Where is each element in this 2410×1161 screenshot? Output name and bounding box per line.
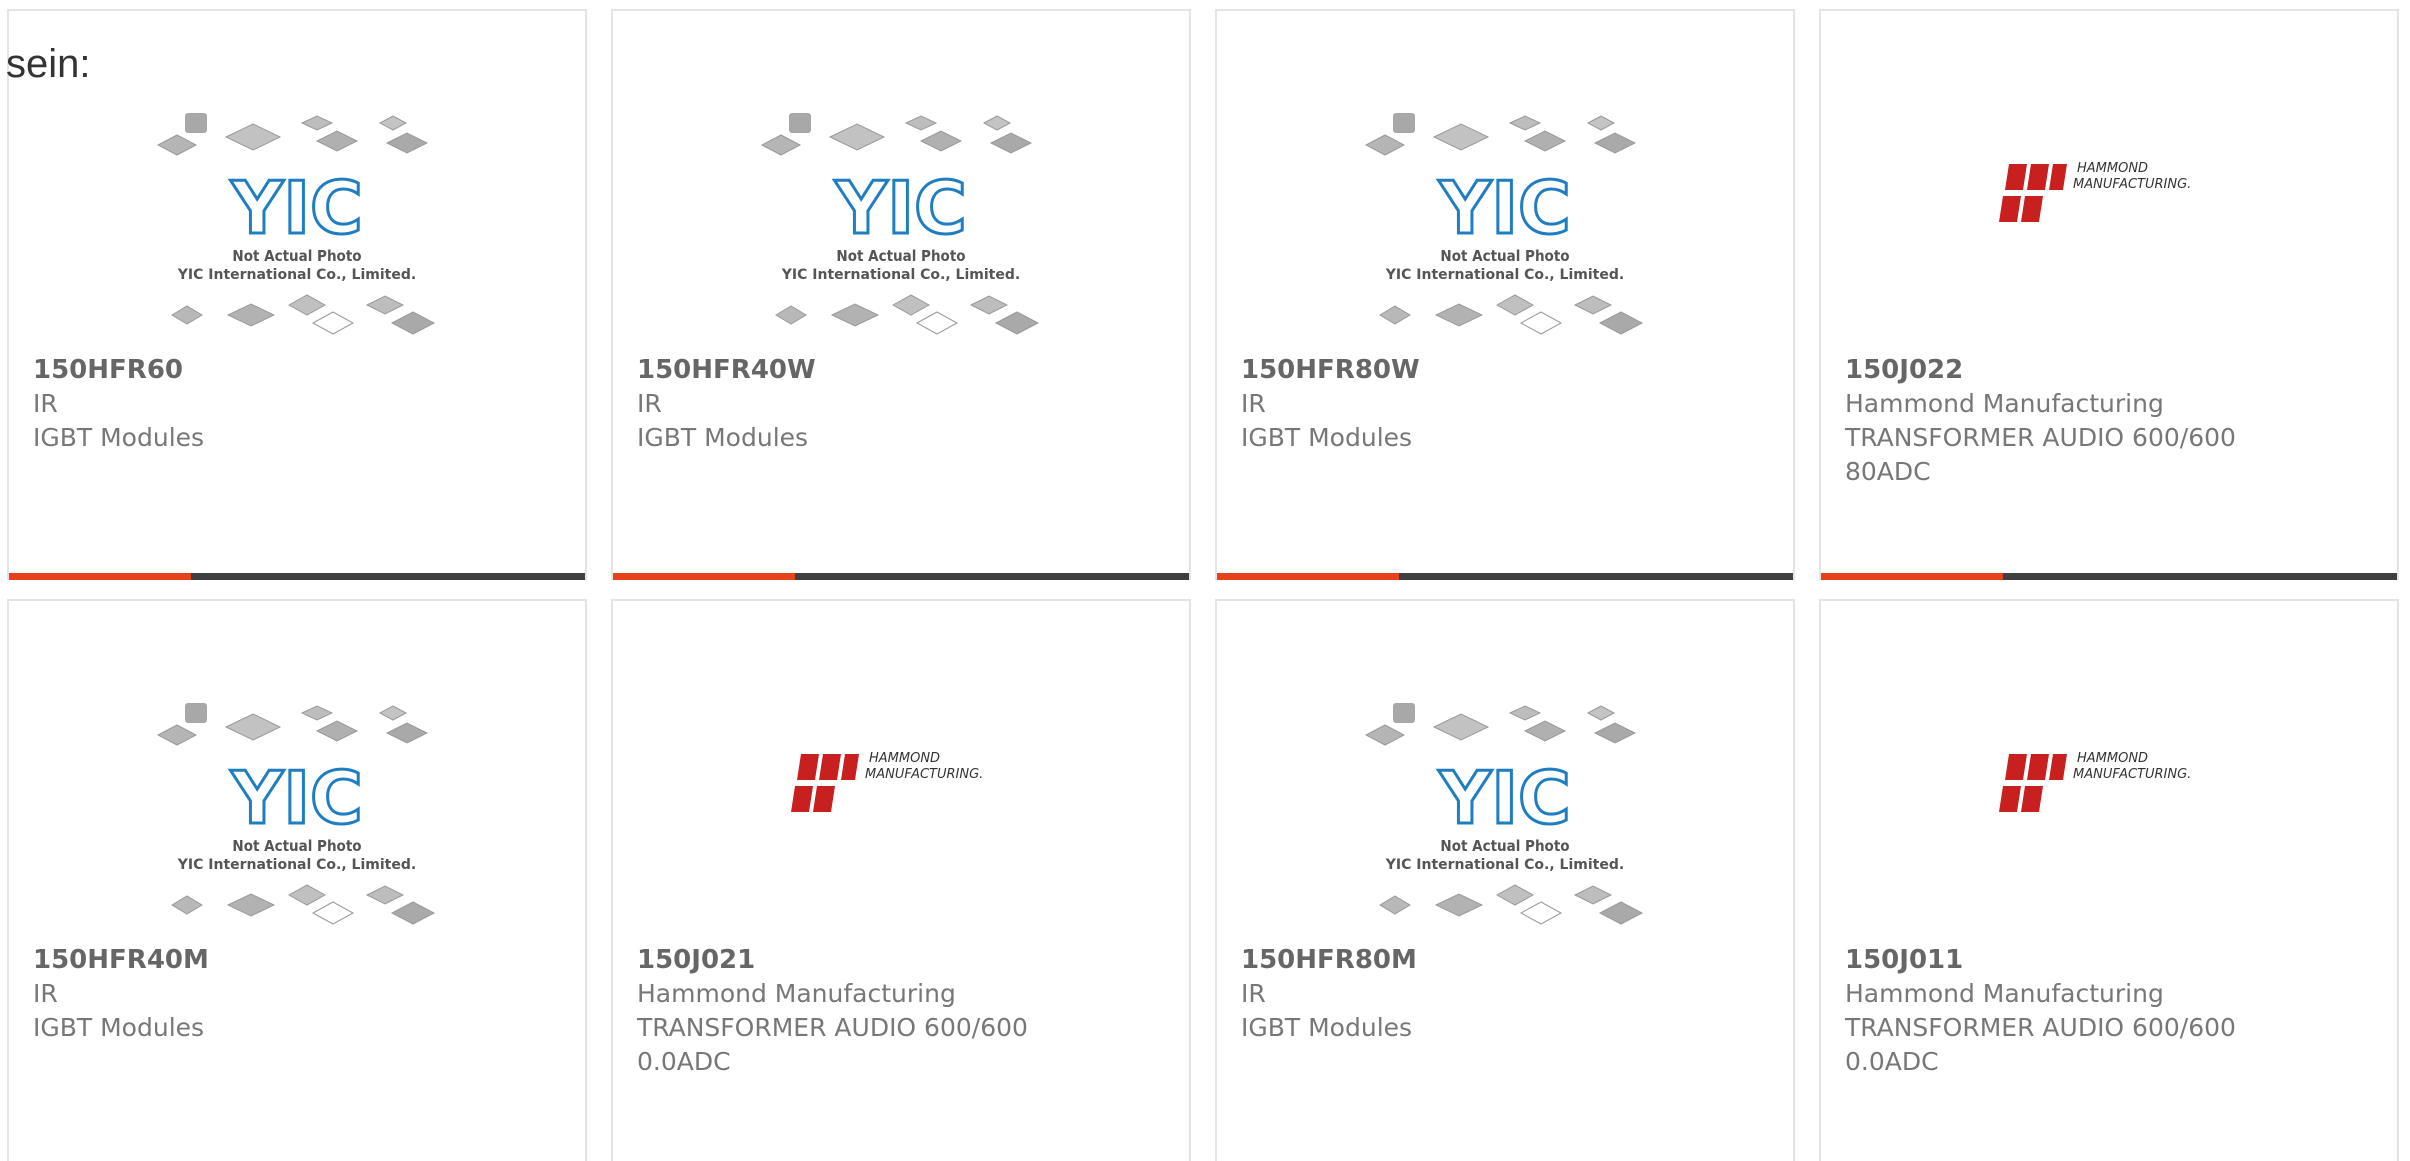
description-cont: 0.0ADC: [637, 1047, 731, 1076]
svg-text:YIC: YIC: [230, 756, 363, 840]
description: TRANSFORMER AUDIO 600/600: [1845, 1013, 2236, 1042]
description-cont: 80ADC: [1845, 457, 1931, 486]
svg-text:YIC: YIC: [834, 166, 967, 250]
yic-placeholder-logo: YICNot Actual Photo YIC International Co.…: [1365, 113, 1644, 335]
yic-company-label: YIC International Co., Limited.: [1385, 267, 1624, 283]
description: TRANSFORMER AUDIO 600/600: [1845, 423, 2236, 452]
description: IGBT Modules: [33, 1013, 205, 1042]
not-actual-photo-label: Not Actual Photo: [232, 837, 361, 855]
svg-text:YIC: YIC: [1438, 756, 1571, 840]
product-image: YIC Not Actual Photo YIC International Co.…: [9, 101, 585, 351]
product-card[interactable]: YIC Not Actual Photo YIC International Co.…: [1215, 599, 1795, 1161]
product-image: YIC Not Actual Photo YIC International Co.…: [1217, 691, 1793, 941]
product-card[interactable]: YIC Not Actual Photo YIC International Co.…: [7, 599, 587, 1161]
yic-company-label: YIC International Co., Limited.: [177, 267, 416, 283]
product-grid-row-1: YIC Not Actual Photo YIC International Co.…: [7, 9, 2399, 580]
product-card[interactable]: YIC Not Actual Photo YIC International Co.…: [611, 9, 1191, 580]
part-number[interactable]: 150J011: [1845, 943, 2373, 977]
product-card[interactable]: HAMMOND MANUFACTURING. 150J011 Hammond Ma…: [1819, 599, 2399, 1161]
manufacturer: IR: [1241, 979, 1266, 1008]
part-number[interactable]: 150HFR80M: [1241, 943, 1769, 977]
svg-text:HAMMOND: HAMMOND: [869, 751, 940, 766]
part-number[interactable]: 150HFR80W: [1241, 353, 1769, 387]
svg-text:YIC: YIC: [230, 166, 363, 250]
description: IGBT Modules: [637, 423, 809, 452]
card-accent-bar: [1821, 573, 2397, 580]
product-image: YIC Not Actual Photo YIC International Co.…: [9, 691, 585, 941]
card-accent-bar: [9, 573, 585, 580]
product-card[interactable]: HAMMOND MANUFACTURING. 150J022 Hammond Ma…: [1819, 9, 2399, 580]
product-grid-row-2: YIC Not Actual Photo YIC International Co.…: [7, 599, 2399, 1161]
manufacturer: IR: [637, 389, 662, 418]
description: IGBT Modules: [1241, 1013, 1413, 1042]
yic-placeholder-logo: YICNot Actual Photo YIC International Co.…: [157, 703, 436, 925]
part-number[interactable]: 150HFR60: [33, 353, 561, 387]
product-grid-page: sein: YIC Not Actual Photo YIC Internation…: [0, 0, 2410, 1161]
part-number[interactable]: 150HFR40M: [33, 943, 561, 977]
product-card[interactable]: HAMMOND MANUFACTURING. 150J021 Hammond Ma…: [611, 599, 1191, 1161]
manufacturer: IR: [33, 389, 58, 418]
yic-placeholder-logo: YICNot Actual Photo YIC International Co.…: [761, 113, 1040, 335]
yic-placeholder-logo: YICNot Actual Photo YIC International Co.…: [157, 113, 436, 335]
not-actual-photo-label: Not Actual Photo: [1440, 247, 1569, 265]
yic-placeholder-logo: YICNot Actual Photo YIC International Co.…: [1365, 703, 1644, 925]
card-accent-bar: [1217, 573, 1793, 580]
product-image: YIC Not Actual Photo YIC International Co.…: [1217, 101, 1793, 351]
yic-company-label: YIC International Co., Limited.: [1385, 857, 1624, 873]
card-accent-bar: [613, 573, 1189, 580]
product-image: YIC Not Actual Photo YIC International Co.…: [613, 101, 1189, 351]
description-cont: 0.0ADC: [1845, 1047, 1939, 1076]
part-number[interactable]: 150HFR40W: [637, 353, 1165, 387]
yic-company-label: YIC International Co., Limited.: [781, 267, 1020, 283]
description: TRANSFORMER AUDIO 600/600: [637, 1013, 1028, 1042]
description: IGBT Modules: [33, 423, 205, 452]
description: IGBT Modules: [1241, 423, 1413, 452]
manufacturer: Hammond Manufacturing: [637, 979, 956, 1008]
manufacturer: Hammond Manufacturing: [1845, 389, 2164, 418]
intro-text: sein:: [6, 42, 91, 86]
not-actual-photo-label: Not Actual Photo: [836, 247, 965, 265]
svg-text:HAMMOND: HAMMOND: [2077, 161, 2148, 176]
product-card[interactable]: YIC Not Actual Photo YIC International Co.…: [7, 9, 587, 580]
part-number[interactable]: 150J022: [1845, 353, 2373, 387]
yic-company-label: YIC International Co., Limited.: [177, 857, 416, 873]
svg-text:MANUFACTURING.: MANUFACTURING.: [865, 767, 983, 782]
svg-text:MANUFACTURING.: MANUFACTURING.: [2073, 177, 2191, 192]
not-actual-photo-label: Not Actual Photo: [1440, 837, 1569, 855]
product-card[interactable]: YIC Not Actual Photo YIC International Co.…: [1215, 9, 1795, 580]
manufacturer: Hammond Manufacturing: [1845, 979, 2164, 1008]
svg-text:HAMMOND: HAMMOND: [2077, 751, 2148, 766]
part-number[interactable]: 150J021: [637, 943, 1165, 977]
not-actual-photo-label: Not Actual Photo: [232, 247, 361, 265]
manufacturer: IR: [33, 979, 58, 1008]
manufacturer: IR: [1241, 389, 1266, 418]
svg-text:MANUFACTURING.: MANUFACTURING.: [2073, 767, 2191, 782]
svg-text:YIC: YIC: [1438, 166, 1571, 250]
